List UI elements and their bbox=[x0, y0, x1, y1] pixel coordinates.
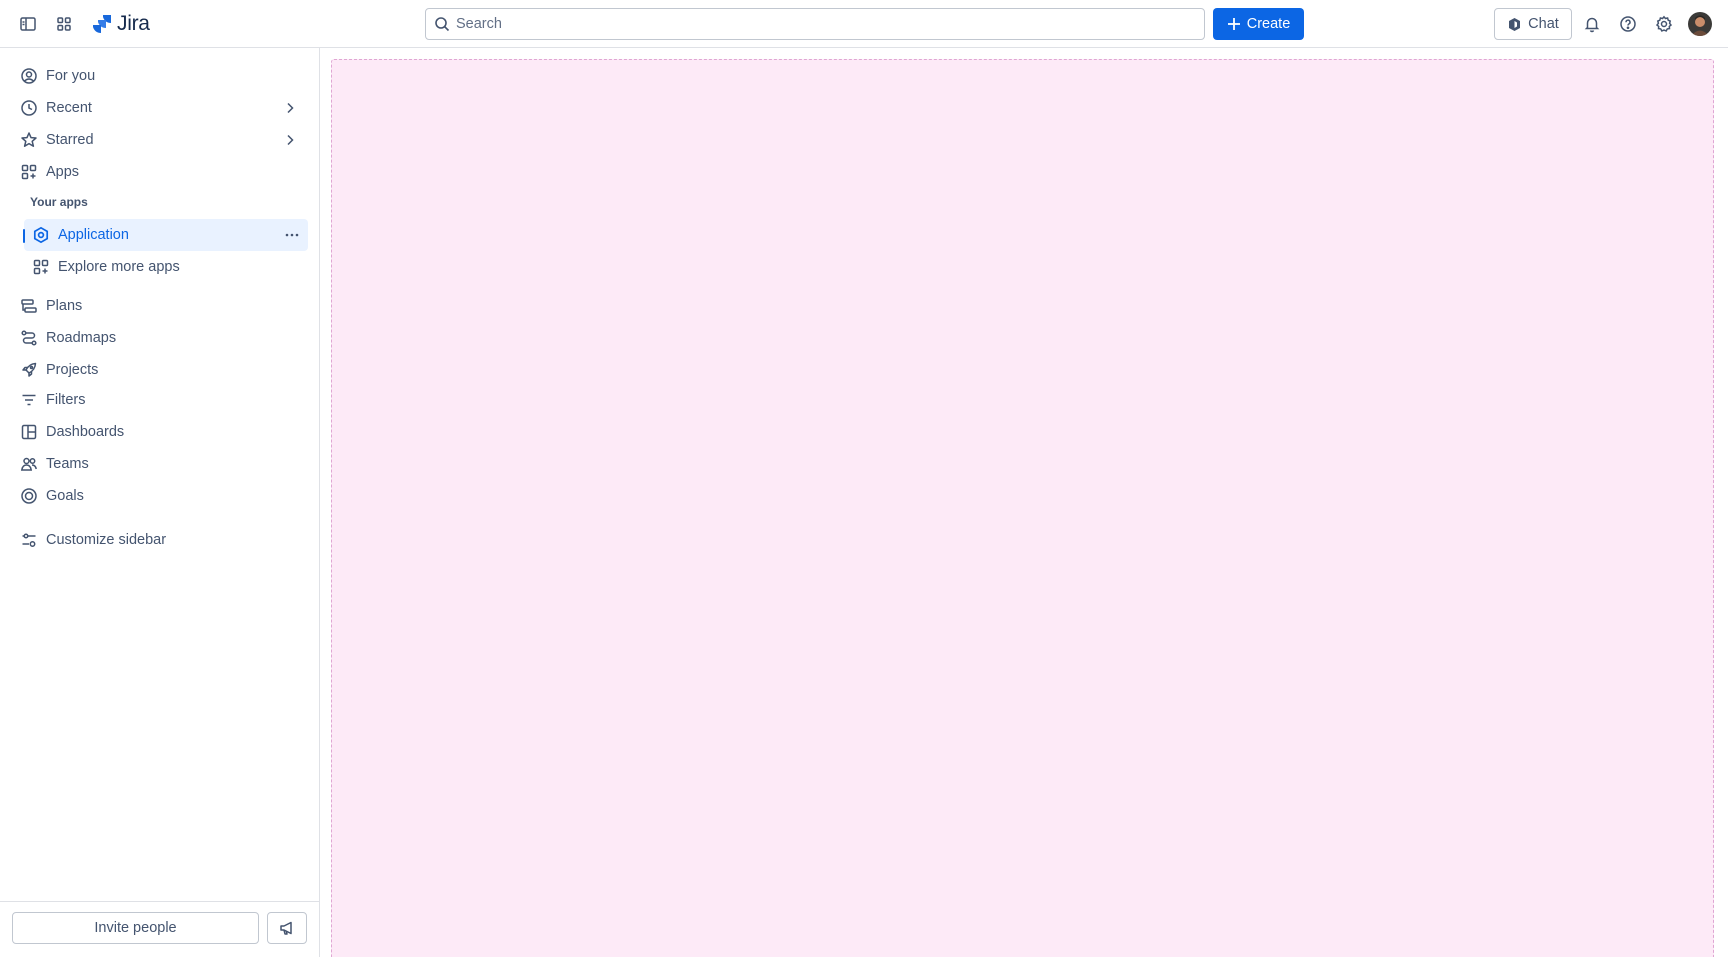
sidebar-toggle-icon[interactable] bbox=[14, 10, 42, 38]
sidebar-item-label: Filters bbox=[46, 392, 86, 408]
chat-button-label: Chat bbox=[1528, 16, 1559, 32]
teams-icon bbox=[20, 455, 38, 473]
sidebar-item-projects[interactable]: Projects bbox=[12, 355, 308, 385]
more-options-icon[interactable] bbox=[282, 225, 302, 245]
sidebar-item-label: Projects bbox=[46, 362, 99, 378]
jira-logo-icon bbox=[93, 15, 111, 33]
avatar[interactable] bbox=[1688, 12, 1712, 36]
clock-icon bbox=[20, 99, 38, 117]
bell-icon[interactable] bbox=[1578, 10, 1606, 38]
sidebar-item-label: Starred bbox=[46, 132, 94, 148]
top-navigation-bar: Jira Create Chat bbox=[0, 0, 1728, 48]
sidebar-item-label: Teams bbox=[46, 456, 89, 472]
create-button[interactable]: Create bbox=[1213, 8, 1304, 40]
sidebar-item-label: Explore more apps bbox=[58, 259, 180, 275]
sidebar-item-teams[interactable]: Teams bbox=[12, 449, 308, 479]
roadmap-icon bbox=[20, 329, 38, 347]
sidebar-item-goals[interactable]: Goals bbox=[12, 481, 308, 511]
your-apps-heading: Your apps bbox=[30, 195, 88, 209]
app-content-canvas bbox=[331, 59, 1714, 957]
plans-icon bbox=[20, 297, 38, 315]
customize-sidebar-label: Customize sidebar bbox=[46, 532, 167, 548]
sidebar-item-plans[interactable]: Plans bbox=[12, 291, 308, 321]
dashboard-icon bbox=[20, 423, 38, 441]
rocket-icon bbox=[20, 361, 38, 379]
sidebar-item-label: Apps bbox=[46, 164, 80, 180]
filter-icon bbox=[20, 391, 38, 409]
chat-button[interactable]: Chat bbox=[1494, 8, 1572, 40]
chevron-right-icon[interactable] bbox=[282, 132, 298, 148]
sidebar-item-filters[interactable]: Filters bbox=[12, 385, 308, 415]
selected-indicator bbox=[23, 229, 25, 243]
sidebar-item-label: Recent bbox=[46, 100, 92, 116]
sidebar-item-application[interactable]: Application bbox=[23, 219, 308, 251]
gear-icon[interactable] bbox=[1650, 10, 1678, 38]
customize-icon bbox=[20, 531, 38, 549]
sidebar-item-dashboards[interactable]: Dashboards bbox=[12, 417, 308, 447]
jira-logo[interactable]: Jira bbox=[91, 10, 150, 38]
sidebar-item-label: Plans bbox=[46, 298, 83, 314]
search-icon bbox=[435, 17, 450, 32]
sidebar-item-label: Roadmaps bbox=[46, 330, 117, 346]
apps-icon bbox=[20, 163, 38, 181]
invite-people-label: Invite people bbox=[94, 920, 177, 936]
sidebar-item-label: Goals bbox=[46, 488, 84, 504]
megaphone-icon bbox=[280, 921, 292, 935]
plus-icon bbox=[1227, 18, 1240, 30]
app-switcher-icon[interactable] bbox=[50, 10, 78, 38]
sidebar-item-apps[interactable]: Apps bbox=[12, 157, 308, 187]
help-icon[interactable] bbox=[1614, 10, 1642, 38]
star-icon bbox=[20, 131, 38, 149]
user-circle-icon bbox=[20, 67, 38, 85]
search-input[interactable] bbox=[456, 16, 1156, 32]
apps-add-icon bbox=[32, 258, 50, 276]
sidebar-item-recent[interactable]: Recent bbox=[12, 93, 308, 123]
sidebar-item-for-you[interactable]: For you bbox=[12, 61, 308, 91]
megaphone-button[interactable] bbox=[267, 912, 307, 944]
invite-people-button[interactable]: Invite people bbox=[12, 912, 259, 944]
sidebar-item-starred[interactable]: Starred bbox=[12, 125, 308, 155]
customize-sidebar-button[interactable]: Customize sidebar bbox=[12, 525, 308, 555]
logo-text: Jira bbox=[117, 12, 150, 35]
sidebar-item-label: Application bbox=[58, 227, 129, 243]
search-field[interactable] bbox=[425, 8, 1205, 40]
sidebar-footer: Invite people bbox=[0, 901, 320, 957]
hexagon-app-icon bbox=[32, 226, 50, 244]
chevron-right-icon[interactable] bbox=[282, 100, 298, 116]
rovo-chat-icon bbox=[1509, 17, 1521, 31]
sidebar-item-label: For you bbox=[46, 68, 96, 84]
create-button-label: Create bbox=[1246, 16, 1291, 32]
goal-icon bbox=[20, 487, 38, 505]
sidebar-item-explore-apps[interactable]: Explore more apps bbox=[24, 252, 308, 282]
sidebar-item-roadmaps[interactable]: Roadmaps bbox=[12, 323, 308, 353]
sidebar-item-label: Dashboards bbox=[46, 424, 125, 440]
sidebar: For you Recent Starred Apps Your apps Ap… bbox=[0, 48, 320, 957]
